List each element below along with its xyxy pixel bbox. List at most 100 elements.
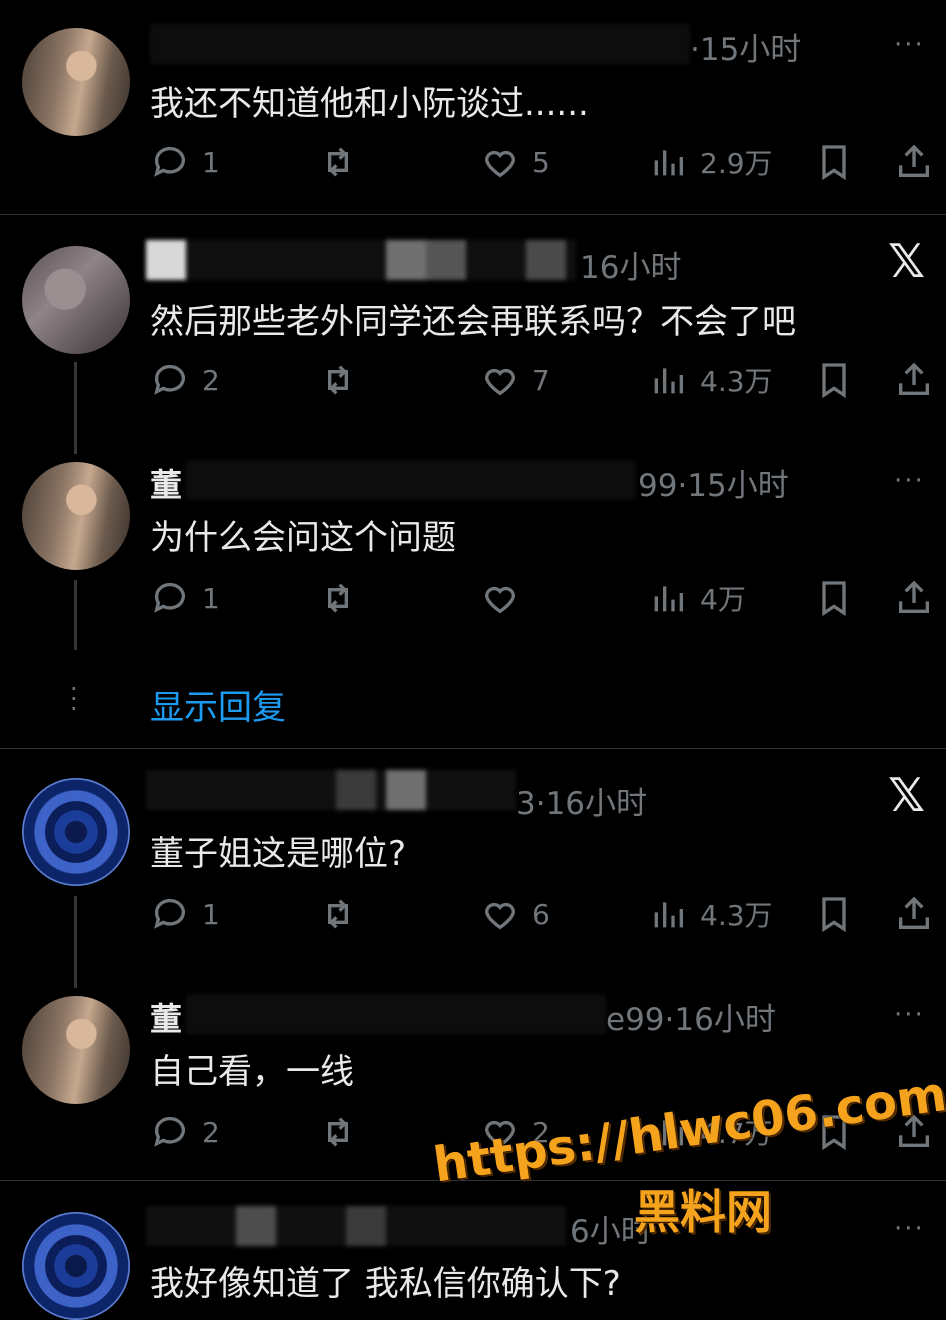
like-button[interactable]: 5 [480,140,550,184]
display-name-redacted[interactable] [186,994,606,1034]
repost-icon [328,1117,348,1147]
views-button[interactable]: 4.3万 [648,892,773,936]
share-button[interactable] [894,576,934,620]
view-count: 2.9万 [700,147,773,180]
post-actions: 2 7 4.3万 [150,358,940,402]
more-options-icon[interactable]: ··· [894,466,925,496]
avatar[interactable] [22,996,130,1104]
bookmark-icon [822,581,846,617]
display-name-redacted[interactable] [146,770,516,810]
x-logo-icon: 𝕏 [888,234,926,288]
bookmark-button[interactable] [814,892,854,936]
show-replies-link[interactable]: 显示回复 [150,680,286,729]
heart-icon [485,368,515,396]
share-icon [899,144,929,177]
post-timestamp: 16小时 [580,250,682,286]
display-name-initial[interactable]: 董 [150,460,182,506]
more-options-icon[interactable]: ··· [894,1000,925,1030]
repost-button[interactable] [318,1110,358,1154]
x-logo-icon: 𝕏 [888,768,926,822]
like-count: 7 [532,363,550,397]
post-timestamp: 3·16小时 [516,786,648,822]
share-icon [899,362,929,395]
views-button[interactable]: 4万 [648,576,746,620]
post-timestamp: 99·15小时 [638,468,789,504]
post-timestamp: ·15小时 [690,32,802,68]
bookmark-button[interactable] [814,576,854,620]
avatar[interactable] [22,778,130,886]
bookmark-icon [822,145,846,181]
reply-icon [154,1116,185,1147]
reply-icon [154,582,185,613]
post-timestamp: e99·16小时 [606,1002,776,1038]
post-divider [0,748,946,749]
views-button[interactable]: 4.3万 [648,358,773,402]
bookmark-icon [822,363,846,399]
views-button[interactable]: 2.9万 [648,140,773,184]
reply-button[interactable]: 1 [150,140,220,184]
watermark-url: https://hlwc06.com [430,1066,946,1194]
share-button[interactable] [894,892,934,936]
reply-icon [154,898,185,929]
reply-icon [154,146,185,177]
display-name-redacted[interactable] [186,460,636,500]
avatar[interactable] [22,246,130,354]
reply-icon [154,364,185,395]
more-options-icon[interactable]: ··· [894,1214,925,1244]
thread-more-dots-icon: · · · [70,675,78,723]
repost-button[interactable] [318,576,358,620]
avatar[interactable] [22,28,130,136]
repost-button[interactable] [318,892,358,936]
post-text: 为什么会问这个问题 [150,518,456,558]
post-actions: 1 4万 [150,576,940,620]
post-actions: 1 6 4.3万 [150,892,940,936]
bookmark-button[interactable] [814,140,854,184]
repost-icon [328,899,348,929]
post-divider [0,214,946,215]
reply-count: 2 [202,363,220,397]
like-button[interactable]: 6 [480,892,550,936]
heart-icon [485,902,515,930]
post-text: 董子姐这是哪位? [150,834,407,874]
reply-count: 1 [202,581,220,615]
bookmark-icon [822,897,846,933]
post-actions: 1 5 2.9万 [150,140,940,184]
view-count: 4万 [700,583,746,616]
share-icon [899,896,929,929]
reply-button[interactable]: 2 [150,1110,220,1154]
like-button[interactable] [480,576,532,620]
post-text: 自己看，一线 [150,1052,354,1092]
display-name-redacted[interactable] [150,24,690,64]
repost-icon [328,365,348,395]
repost-icon [328,147,348,177]
display-name-initial[interactable]: 董 [150,994,182,1040]
avatar[interactable] [22,1212,130,1320]
views-chart-icon [654,150,683,176]
more-options-icon[interactable]: ··· [894,30,925,60]
bookmark-button[interactable] [814,358,854,402]
view-count: 4.3万 [700,365,773,398]
views-chart-icon [654,586,683,612]
watermark-site-name: 黑料网 [634,1185,772,1239]
like-count: 5 [532,145,550,179]
share-button[interactable] [894,140,934,184]
reply-count: 1 [202,145,220,179]
reply-count: 1 [202,897,220,931]
display-name-redacted[interactable] [146,240,576,280]
like-count: 6 [532,897,550,931]
heart-icon [485,150,515,178]
views-chart-icon [654,902,683,928]
display-name-redacted[interactable] [146,1206,566,1246]
reply-button[interactable]: 2 [150,358,220,402]
thread-connector-line [74,362,77,454]
heart-icon [485,586,515,614]
share-button[interactable] [894,358,934,402]
like-button[interactable]: 7 [480,358,550,402]
reply-button[interactable]: 1 [150,576,220,620]
avatar[interactable] [22,462,130,570]
views-chart-icon [654,368,683,394]
reply-button[interactable]: 1 [150,892,220,936]
repost-button[interactable] [318,140,358,184]
post-text: 我好像知道了 我私信你确认下? [150,1264,621,1304]
repost-button[interactable] [318,358,358,402]
